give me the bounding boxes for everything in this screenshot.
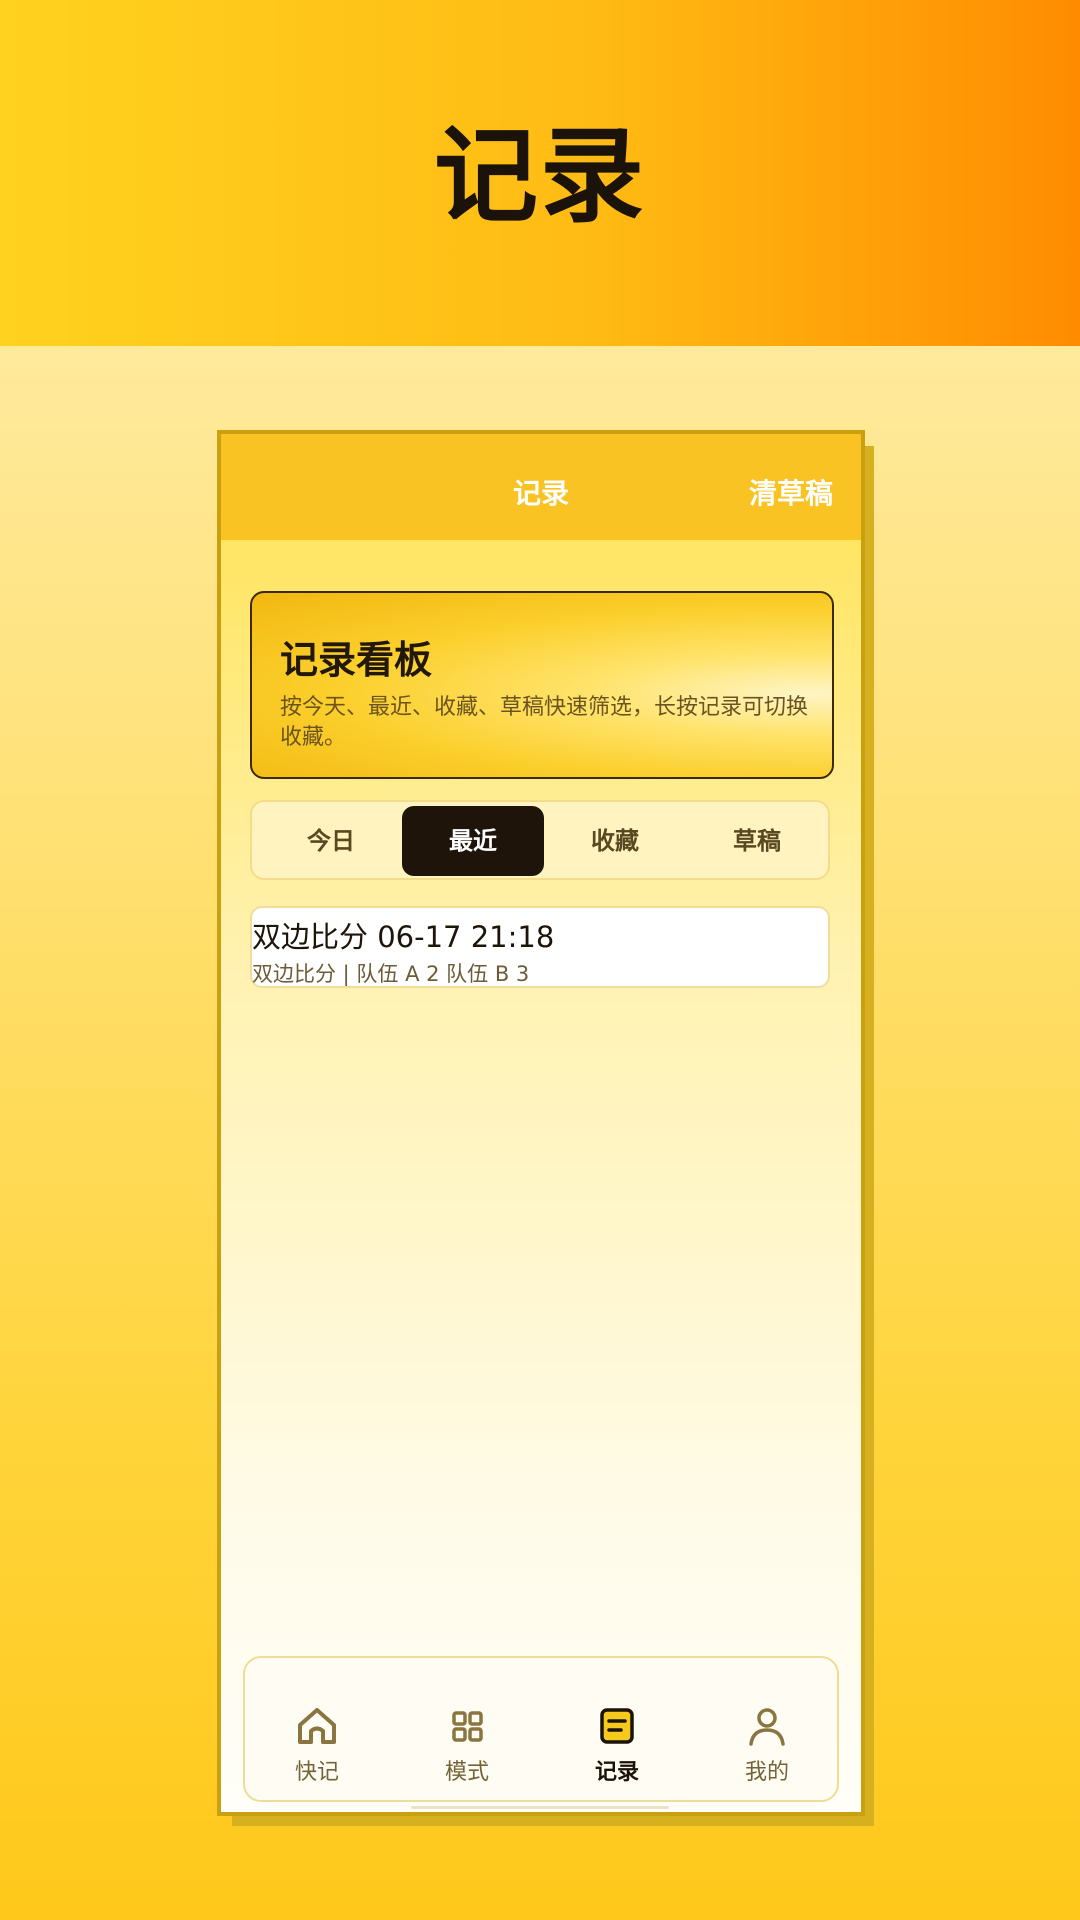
filter-segmented-control: 今日 最近 收藏 草稿 [250, 800, 830, 880]
record-list-item[interactable]: 双边比分 06-17 21:18 双边比分 | 队伍 A 2 队伍 B 3 [250, 906, 830, 988]
nav-item-modes[interactable]: 模式 [407, 1704, 527, 1786]
phone-screen: 记录 清草稿 记录看板 按今天、最近、收藏、草稿快速筛选，长按记录可切换收藏。 … [217, 430, 865, 1816]
nav-label-profile: 我的 [744, 1760, 789, 1785]
bottom-navigation: 快记 模式 记录 我的 [243, 1656, 839, 1802]
grid-icon [452, 1711, 483, 1742]
record-summary: 双边比分 | 队伍 A 2 队伍 B 3 [252, 962, 530, 986]
record-dashboard-card: 记录看板 按今天、最近、收藏、草稿快速筛选，长按记录可切换收藏。 [250, 591, 834, 779]
home-icon [298, 1708, 336, 1744]
app-bar: 记录 清草稿 [221, 434, 861, 540]
nav-label-modes: 模式 [444, 1760, 489, 1785]
dashboard-title: 记录看板 [280, 638, 433, 682]
promo-banner: 记录 [0, 0, 1080, 346]
nav-label-quick-note: 快记 [294, 1760, 339, 1785]
banner-title: 记录 [433, 114, 646, 237]
nav-item-records[interactable]: 记录 [557, 1704, 677, 1786]
filter-tab-recent[interactable]: 最近 [402, 806, 544, 876]
home-indicator [411, 1806, 669, 1809]
nav-label-records: 记录 [594, 1760, 639, 1785]
clear-drafts-button[interactable]: 清草稿 [749, 472, 833, 512]
filter-tab-today[interactable]: 今日 [260, 806, 402, 876]
nav-item-quick-note[interactable]: 快记 [257, 1704, 377, 1786]
filter-tab-drafts[interactable]: 草稿 [686, 806, 828, 876]
dashboard-description: 按今天、最近、收藏、草稿快速筛选，长按记录可切换收藏。 [280, 695, 809, 750]
note-icon [600, 1708, 634, 1744]
filter-tab-favorites[interactable]: 收藏 [544, 806, 686, 876]
nav-item-profile[interactable]: 我的 [707, 1704, 827, 1786]
person-icon [749, 1708, 785, 1746]
record-title: 双边比分 06-17 21:18 [252, 920, 555, 954]
